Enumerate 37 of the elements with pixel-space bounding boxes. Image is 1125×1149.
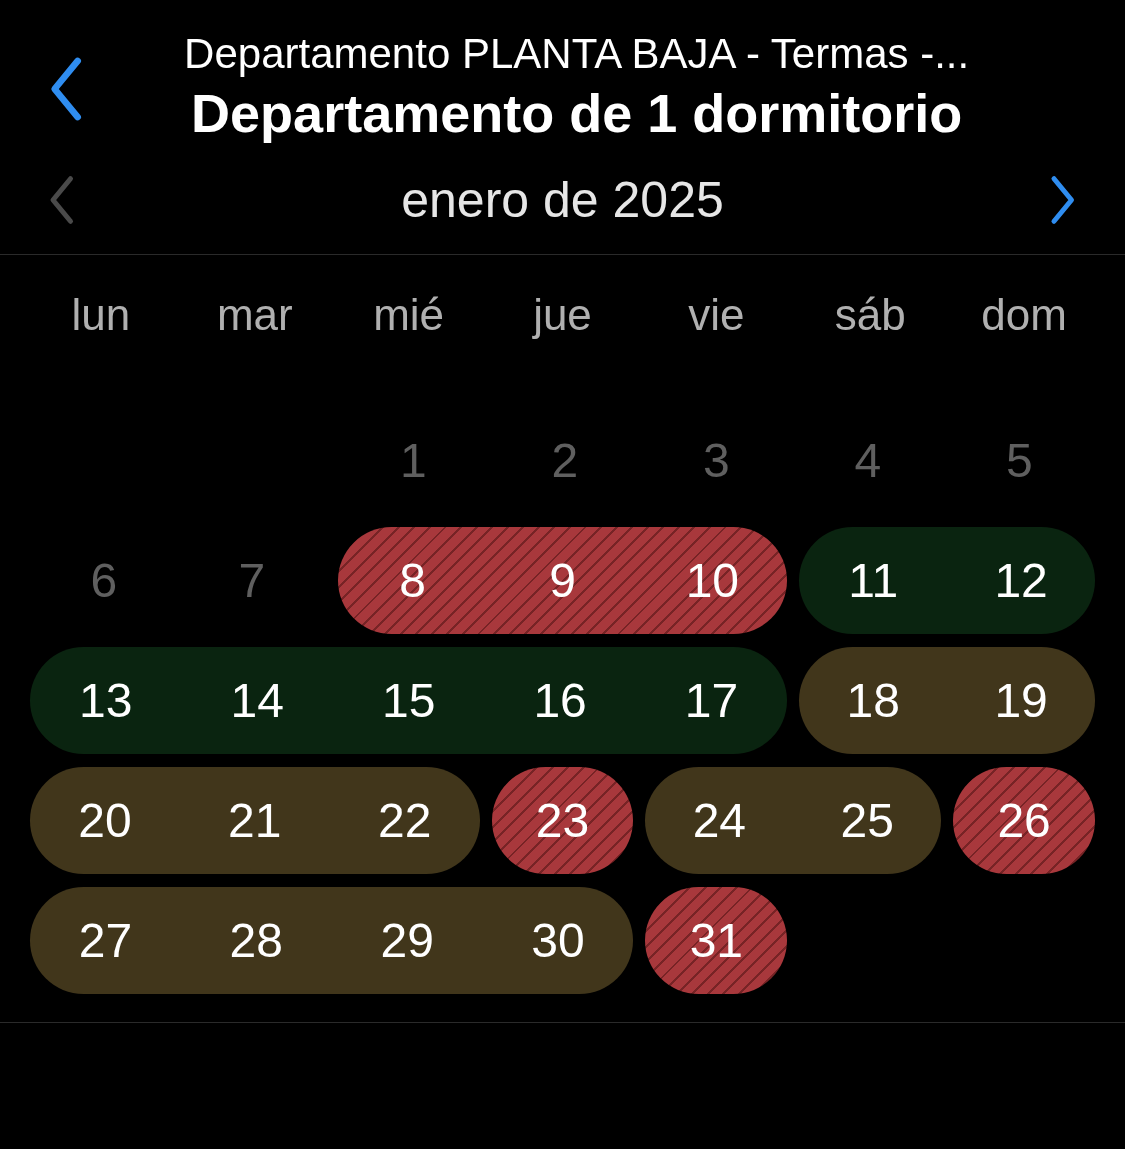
day-number[interactable]: 13 [79,672,133,729]
day-number[interactable]: 16 [533,672,587,729]
day-number[interactable]: 20 [78,792,132,849]
day-number[interactable]: 23 [535,792,590,849]
day-number[interactable]: 29 [380,912,434,969]
day-number[interactable]: 10 [685,552,740,609]
weekday-label: dom [981,289,1067,341]
chevron-left-icon [48,175,76,225]
weekday-label: mié [373,289,445,341]
day-number[interactable]: 19 [994,672,1048,729]
weekday-label: sáb [834,289,906,341]
day-number[interactable]: 26 [997,792,1051,849]
day-number[interactable]: 27 [78,912,133,969]
day-number[interactable]: 17 [684,672,739,729]
day-number[interactable]: 24 [692,792,747,849]
day-number[interactable]: 22 [377,792,432,849]
day-number[interactable]: 11 [848,552,899,609]
day-number[interactable]: 12 [994,552,1048,609]
day-number[interactable]: 9 [549,552,576,609]
day-number[interactable]: 21 [228,792,282,849]
day-number[interactable]: 15 [381,672,436,729]
day-number[interactable]: 14 [230,672,284,729]
day-number[interactable]: 31 [689,912,744,969]
day-number[interactable]: 30 [531,912,585,969]
day-number[interactable]: 8 [399,552,426,609]
next-month-button[interactable] [1049,175,1077,225]
chevron-right-icon [1049,175,1077,225]
weekday-label: mar [216,289,293,341]
page-title: Departamento de 1 dormitorio [191,82,963,145]
month-label: enero de 2025 [401,171,724,230]
weekday-label: jue [533,289,592,341]
page-subtitle: Departamento PLANTA BAJA - Termas -... [184,29,970,79]
day-number[interactable]: 28 [229,912,283,969]
day-number[interactable]: 25 [840,792,894,849]
day-number[interactable]: 18 [846,672,900,729]
weekday-label: lun [71,289,131,341]
weekday-label: vie [688,289,745,341]
